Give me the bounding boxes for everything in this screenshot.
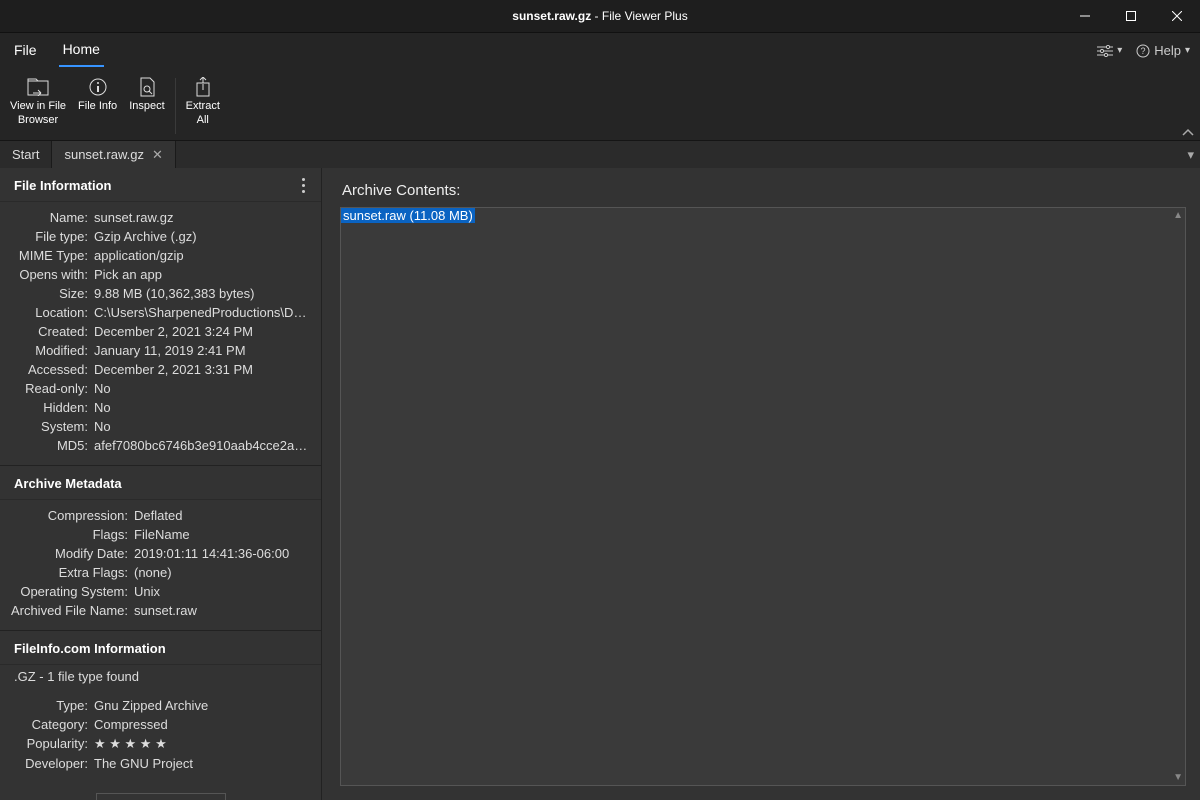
view-in-file-browser-button[interactable]: View in File Browser	[4, 72, 72, 140]
fic-type: Gnu Zipped Archive	[92, 698, 208, 713]
close-tab-button[interactable]: ✕	[152, 147, 163, 163]
page-tabs: Start sunset.raw.gz ✕ ▾	[0, 140, 1200, 168]
main-area: File Information Name:sunset.raw.gz File…	[0, 168, 1200, 800]
tab-start[interactable]: Start	[0, 141, 52, 168]
folder-arrow-icon	[27, 78, 49, 96]
menu-home[interactable]: Home	[59, 35, 104, 67]
archive-contents-list[interactable]: sunset.raw (11.08 MB) ▲ ▼	[340, 207, 1186, 786]
fi-modified: January 11, 2019 2:41 PM	[92, 343, 246, 358]
tab-overflow-button[interactable]: ▾	[1187, 147, 1194, 163]
fic-category: Compressed	[92, 717, 168, 732]
scroll-down-button[interactable]: ▼	[1173, 772, 1183, 783]
chevron-up-icon	[1182, 128, 1194, 138]
meta-modify-date: 2019:01:11 14:41:36-06:00	[132, 546, 289, 561]
fi-location: C:\Users\SharpenedProductions\Desktop\	[92, 305, 311, 320]
section-fileinfo-com: FileInfo.com Information .GZ - 1 file ty…	[0, 631, 321, 800]
window-title: sunset.raw.gz - File Viewer Plus	[512, 9, 687, 23]
fi-system: No	[92, 419, 111, 434]
meta-compression: Deflated	[132, 508, 182, 523]
titlebar: sunset.raw.gz - File Viewer Plus	[0, 0, 1200, 32]
inspect-button[interactable]: Inspect	[123, 72, 170, 140]
ribbon-separator	[175, 78, 176, 134]
title-file: sunset.raw.gz	[512, 9, 591, 23]
section-archive-metadata: Archive Metadata Compression:Deflated Fl…	[0, 466, 321, 631]
inspect-icon	[138, 77, 156, 97]
content-pane: Archive Contents: sunset.raw (11.08 MB) …	[326, 168, 1200, 800]
fic-subtitle[interactable]: .GZ - 1 file type found	[0, 665, 321, 690]
section-title: File Information	[14, 178, 112, 193]
fi-name: sunset.raw.gz	[92, 210, 174, 225]
sliders-icon	[1097, 45, 1113, 57]
section-title: Archive Metadata	[14, 476, 122, 491]
settings-button[interactable]: ▾	[1097, 45, 1122, 57]
meta-flags: FileName	[132, 527, 190, 542]
maximize-button[interactable]	[1108, 0, 1154, 32]
menubar: File Home ▾ ? Help ▾	[0, 32, 1200, 68]
help-label: Help	[1154, 43, 1181, 58]
meta-extra-flags: (none)	[132, 565, 172, 580]
help-icon: ?	[1136, 44, 1150, 58]
fi-opens-with[interactable]: Pick an app	[92, 267, 162, 282]
minimize-button[interactable]	[1062, 0, 1108, 32]
fi-mimetype: application/gzip	[92, 248, 184, 263]
section-menu-button[interactable]	[302, 178, 311, 193]
info-icon	[88, 77, 108, 97]
extract-all-button[interactable]: Extract All	[180, 72, 226, 140]
fi-md5: afef7080bc6746b3e910aab4cce2a070	[92, 438, 311, 453]
scroll-up-button[interactable]: ▲	[1173, 210, 1183, 221]
title-app: File Viewer Plus	[602, 9, 688, 23]
view-at-fileinfo-button[interactable]: View at FileInfo.com	[96, 793, 226, 800]
chevron-down-icon: ▾	[1117, 45, 1122, 56]
meta-archived-filename: sunset.raw	[132, 603, 197, 618]
fi-hidden: No	[92, 400, 111, 415]
archive-contents-header: Archive Contents:	[340, 178, 1186, 207]
ribbon: View in File Browser File Info Inspect E…	[0, 68, 1200, 140]
fic-popularity: ★ ★ ★ ★ ★	[92, 736, 167, 752]
svg-text:?: ?	[1141, 46, 1146, 56]
meta-os: Unix	[132, 584, 160, 599]
fi-created: December 2, 2021 3:24 PM	[92, 324, 253, 339]
archive-item[interactable]: sunset.raw (11.08 MB)	[341, 208, 475, 223]
section-file-information: File Information Name:sunset.raw.gz File…	[0, 168, 321, 466]
fi-filetype: Gzip Archive (.gz)	[92, 229, 197, 244]
file-info-button[interactable]: File Info	[72, 72, 123, 140]
collapse-ribbon-button[interactable]	[1182, 128, 1194, 138]
help-button[interactable]: ? Help ▾	[1136, 43, 1190, 58]
fi-size: 9.88 MB (10,362,383 bytes)	[92, 286, 254, 301]
fic-developer: The GNU Project	[92, 756, 193, 771]
fi-readonly: No	[92, 381, 111, 396]
fi-accessed: December 2, 2021 3:31 PM	[92, 362, 253, 377]
menu-file[interactable]: File	[10, 36, 41, 66]
extract-icon	[195, 77, 211, 97]
window-controls	[1062, 0, 1200, 32]
section-title: FileInfo.com Information	[14, 641, 166, 656]
close-button[interactable]	[1154, 0, 1200, 32]
tab-current-file[interactable]: sunset.raw.gz ✕	[52, 141, 175, 168]
chevron-down-icon: ▾	[1185, 45, 1190, 56]
left-sidebar: File Information Name:sunset.raw.gz File…	[0, 168, 322, 800]
